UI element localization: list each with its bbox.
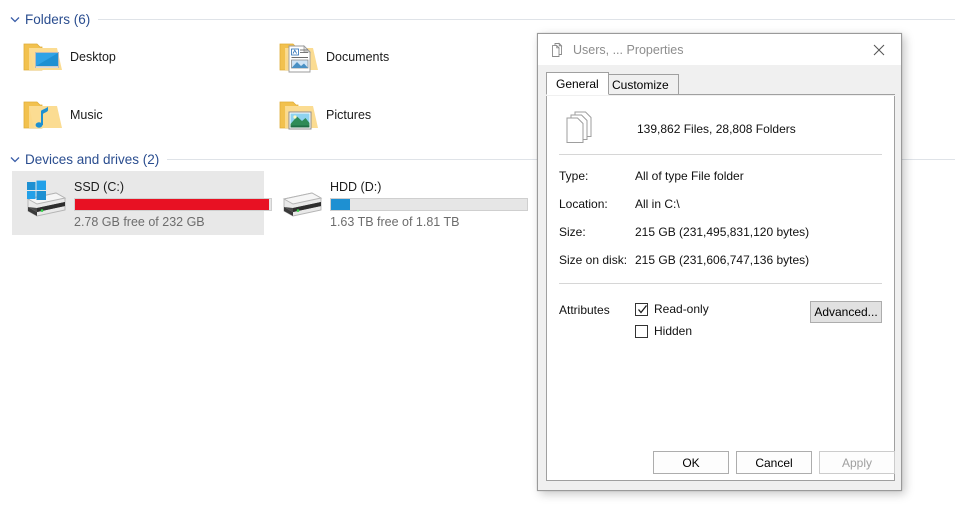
drive-name: HDD (D:) [330,180,528,194]
close-icon[interactable] [856,34,901,65]
group-rule [98,19,955,20]
group-header-folders[interactable]: Folders (6) [8,10,955,28]
drive-free-space: 2.78 GB free of 232 GB [74,215,272,229]
drive-system-icon [18,177,68,221]
dialog-title: Users, ... Properties [573,43,683,57]
drive-tile-ssd-c[interactable]: SSD (C:) 2.78 GB free of 232 GB [12,171,264,235]
group-title-folders: Folders (6) [25,12,98,27]
folder-desktop-icon [22,40,62,74]
divider-attributes [559,283,882,284]
folder-tile-documents[interactable]: Documents [278,40,389,74]
drive-info: HDD (D:) 1.63 TB free of 1.81 TB [330,177,528,229]
ok-button[interactable]: OK [653,451,729,474]
screen: Folders (6) Desktop [0,0,963,520]
drive-name: SSD (C:) [74,180,272,194]
divider-top [559,154,882,155]
property-row-location: Location: All in C:\ [547,197,894,211]
chevron-down-icon[interactable] [8,152,22,166]
folder-label: Pictures [326,108,371,122]
property-row-type: Type: All of type File folder [547,169,894,183]
drive-capacity-fill [75,199,269,210]
dialog-tabstrip: General Customize [546,74,895,95]
tab-customize[interactable]: Customize [602,74,679,95]
drive-tile-hdd-d[interactable]: HDD (D:) 1.63 TB free of 1.81 TB [268,171,520,235]
tab-general[interactable]: General [546,72,609,95]
property-row-size-on-disk: Size on disk: 215 GB (231,606,747,136 by… [547,253,894,267]
property-value: 215 GB (231,495,831,120 bytes) [635,225,809,239]
checkbox-row-hidden[interactable]: Hidden [635,324,709,338]
property-value: All of type File folder [635,169,744,183]
dialog-footer: OK Cancel Apply [538,437,901,490]
checkbox-label: Read-only [654,302,709,316]
drive-info: SSD (C:) 2.78 GB free of 232 GB [74,177,272,229]
file-stack-icon [559,109,599,149]
folder-tile-desktop[interactable]: Desktop [22,40,116,74]
folder-tile-pictures[interactable]: Pictures [278,98,371,132]
attributes-label: Attributes [559,302,635,338]
property-value: 215 GB (231,606,747,136 bytes) [635,253,809,267]
property-row-size: Size: 215 GB (231,495,831,120 bytes) [547,225,894,239]
drive-icon [274,177,324,221]
drive-free-space: 1.63 TB free of 1.81 TB [330,215,528,229]
apply-button: Apply [819,451,895,474]
checkbox-label: Hidden [654,324,692,338]
group-title-devices: Devices and drives (2) [25,152,167,167]
folder-documents-icon [278,40,318,74]
checkbox-row-read-only[interactable]: Read-only [635,302,709,316]
advanced-button[interactable]: Advanced... [810,301,882,323]
chevron-down-icon[interactable] [8,12,22,26]
hidden-checkbox[interactable] [635,325,648,338]
general-tab-panel: 139,862 Files, 28,808 Folders Type: All … [546,96,895,481]
property-key: Size on disk: [559,253,635,267]
folder-tile-music[interactable]: Music [22,98,103,132]
property-key: Type: [559,169,635,183]
folder-label: Documents [326,50,389,64]
property-key: Size: [559,225,635,239]
multi-file-icon [549,42,565,58]
file-folder-count: 139,862 Files, 28,808 Folders [637,122,796,136]
property-value: All in C:\ [635,197,680,211]
dialog-summary-row: 139,862 Files, 28,808 Folders [547,96,894,148]
properties-dialog: Users, ... Properties General Customize [537,33,902,491]
folder-pictures-icon [278,98,318,132]
dialog-titlebar[interactable]: Users, ... Properties [538,34,901,66]
folder-label: Desktop [70,50,116,64]
drive-capacity-fill [331,199,350,210]
cancel-button[interactable]: Cancel [736,451,812,474]
folder-music-icon [22,98,62,132]
attributes-section: Attributes Read-only Hidden Advanced... [547,302,894,338]
folder-label: Music [70,108,103,122]
property-key: Location: [559,197,635,211]
read-only-checkbox[interactable] [635,303,648,316]
drive-capacity-bar [74,198,272,211]
drive-capacity-bar [330,198,528,211]
attributes-checkbox-list: Read-only Hidden [635,302,709,338]
